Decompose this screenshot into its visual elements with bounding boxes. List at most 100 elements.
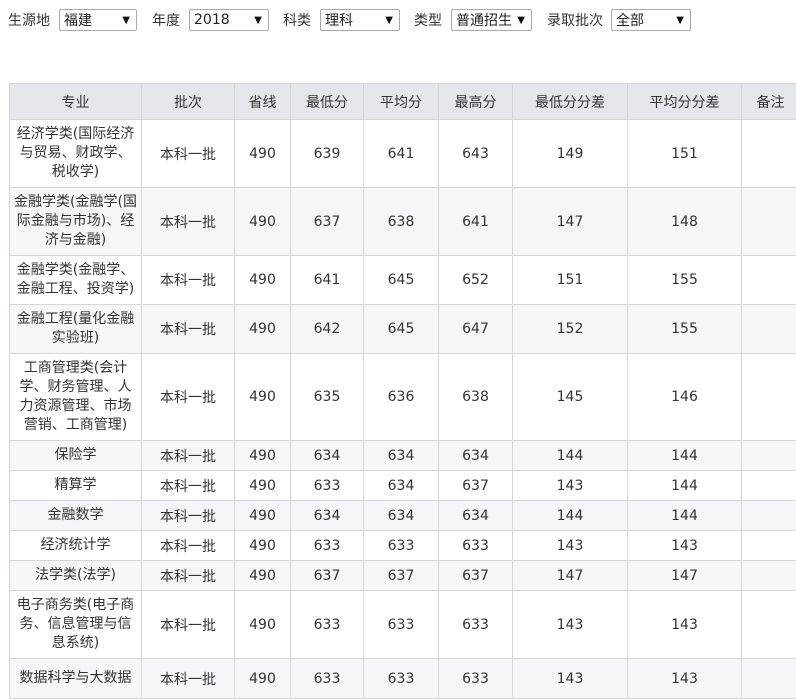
table-row: 经济学类(国际经济与贸易、财政学、税收学) 本科一批 490 639 641 6… [10,120,796,188]
province-line-cell: 490 [235,561,291,591]
major-cell: 工商管理类(会计学、财务管理、人力资源管理、市场营销、工商管理) [10,354,142,441]
table-row: 经济统计学 本科一批 490 633 633 633 143 143 [10,531,796,561]
batch-cell: 本科一批 [142,120,235,188]
chevron-down-icon: ▼ [254,15,262,26]
note-cell [742,591,796,659]
column-header: 批次 [142,84,235,120]
note-cell [742,354,796,441]
max-score-cell: 633 [439,531,513,561]
min-diff-cell: 143 [513,591,628,659]
avg-diff-cell: 143 [628,659,742,699]
min-score-cell: 641 [291,256,364,305]
avg-score-cell: 637 [364,561,439,591]
year-select[interactable]: 2018 ▼ [189,9,269,31]
batch-cell: 本科一批 [142,531,235,561]
table-row: 电子商务类(电子商务、信息管理与信息系统) 本科一批 490 633 633 6… [10,591,796,659]
batch-select[interactable]: 全部 ▼ [611,9,691,31]
major-cell: 保险学 [10,441,142,471]
min-diff-cell: 144 [513,441,628,471]
avg-score-cell: 634 [364,471,439,501]
max-score-cell: 634 [439,441,513,471]
max-score-cell: 633 [439,591,513,659]
chevron-down-icon: ▼ [676,15,684,26]
note-cell [742,188,796,256]
max-score-cell: 633 [439,659,513,699]
note-cell [742,501,796,531]
min-score-cell: 633 [291,659,364,699]
min-diff-cell: 143 [513,531,628,561]
min-score-cell: 633 [291,591,364,659]
major-cell: 经济统计学 [10,531,142,561]
column-header: 最高分 [439,84,513,120]
province-line-cell: 490 [235,354,291,441]
origin-select-value: 福建 [64,10,92,30]
note-cell [742,120,796,188]
min-score-cell: 634 [291,501,364,531]
avg-score-cell: 645 [364,305,439,354]
min-score-cell: 634 [291,441,364,471]
filter-label-category: 科类 [283,10,311,30]
column-header: 平均分 [364,84,439,120]
min-score-cell: 639 [291,120,364,188]
column-header: 最低分分差 [513,84,628,120]
table-row: 精算学 本科一批 490 633 634 637 143 144 [10,471,796,501]
note-cell [742,471,796,501]
avg-diff-cell: 144 [628,471,742,501]
batch-cell: 本科一批 [142,561,235,591]
avg-diff-cell: 151 [628,120,742,188]
table-row: 金融学类(金融学(国际金融与市场)、经济与金融) 本科一批 490 637 63… [10,188,796,256]
table-row: 数据科学与大数据 本科一批 490 633 633 633 143 143 [10,659,796,699]
avg-score-cell: 645 [364,256,439,305]
column-header: 专业 [10,84,142,120]
min-diff-cell: 144 [513,501,628,531]
major-cell: 金融学类(金融学(国际金融与市场)、经济与金融) [10,188,142,256]
note-cell [742,305,796,354]
avg-score-cell: 633 [364,659,439,699]
min-diff-cell: 143 [513,471,628,501]
province-line-cell: 490 [235,531,291,561]
table-row: 保险学 本科一批 490 634 634 634 144 144 [10,441,796,471]
type-select-value: 普通招生 [456,10,512,30]
major-cell: 数据科学与大数据 [10,659,142,699]
avg-score-cell: 634 [364,441,439,471]
table-header-row: 专业 批次 省线 最低分 平均分 最高分 最低分分差 平均分分差 备注 [10,84,796,120]
category-select[interactable]: 理科 ▼ [320,9,400,31]
origin-select[interactable]: 福建 ▼ [59,9,137,31]
admission-score-table: 专业 批次 省线 最低分 平均分 最高分 最低分分差 平均分分差 备注 经济学类… [9,83,796,699]
major-cell: 金融学类(金融学、金融工程、投资学) [10,256,142,305]
column-header: 平均分分差 [628,84,742,120]
type-select[interactable]: 普通招生 ▼ [451,9,532,31]
batch-cell: 本科一批 [142,501,235,531]
column-header: 备注 [742,84,796,120]
column-header: 省线 [235,84,291,120]
avg-diff-cell: 155 [628,305,742,354]
table-row: 金融工程(量化金融实验班) 本科一批 490 642 645 647 152 1… [10,305,796,354]
batch-cell: 本科一批 [142,305,235,354]
max-score-cell: 637 [439,471,513,501]
filter-bar: 生源地 福建 ▼ 年度 2018 ▼ 科类 理科 ▼ 类型 普通招生 ▼ 录取批… [0,8,691,32]
batch-cell: 本科一批 [142,354,235,441]
province-line-cell: 490 [235,305,291,354]
max-score-cell: 637 [439,561,513,591]
province-line-cell: 490 [235,441,291,471]
avg-score-cell: 633 [364,591,439,659]
batch-cell: 本科一批 [142,188,235,256]
major-cell: 经济学类(国际经济与贸易、财政学、税收学) [10,120,142,188]
note-cell [742,659,796,699]
min-diff-cell: 152 [513,305,628,354]
chevron-down-icon: ▼ [517,15,525,26]
table-row: 金融数学 本科一批 490 634 634 634 144 144 [10,501,796,531]
avg-diff-cell: 148 [628,188,742,256]
min-diff-cell: 147 [513,561,628,591]
avg-diff-cell: 155 [628,256,742,305]
avg-score-cell: 633 [364,531,439,561]
min-score-cell: 633 [291,531,364,561]
max-score-cell: 652 [439,256,513,305]
min-diff-cell: 151 [513,256,628,305]
batch-cell: 本科一批 [142,591,235,659]
chevron-down-icon: ▼ [385,15,393,26]
major-cell: 电子商务类(电子商务、信息管理与信息系统) [10,591,142,659]
avg-score-cell: 641 [364,120,439,188]
batch-cell: 本科一批 [142,659,235,699]
note-cell [742,256,796,305]
